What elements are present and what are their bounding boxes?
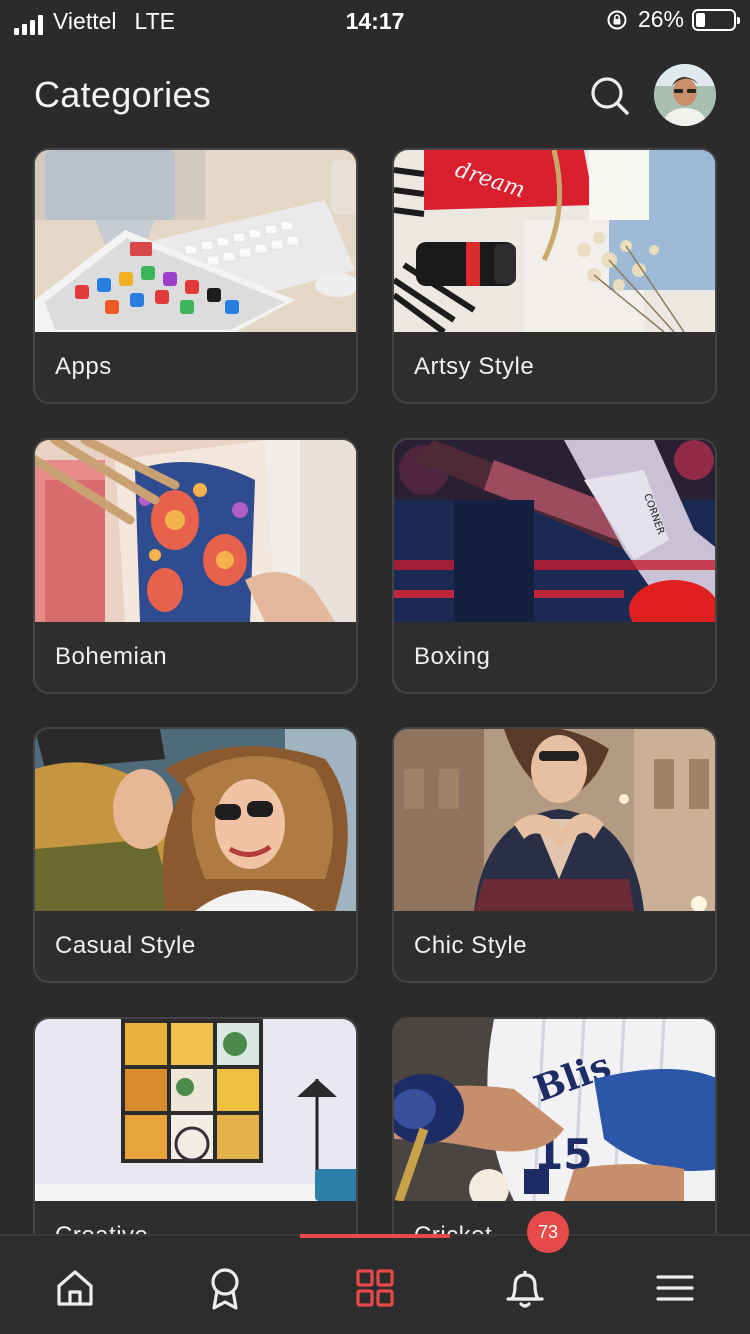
category-image-casual-style	[35, 729, 356, 911]
status-bar: Viettel LTE 14:17 26%	[0, 0, 750, 42]
category-card-creative[interactable]: Creative	[33, 1017, 358, 1234]
category-card-artsy-style[interactable]: dream Artsy Style	[392, 148, 717, 404]
category-image-creative	[35, 1019, 356, 1201]
category-image-cricket: Blis 15	[394, 1019, 715, 1201]
category-image-bohemian	[35, 440, 356, 622]
category-label: Boxing	[414, 643, 491, 670]
category-card-apps[interactable]: Apps	[33, 148, 358, 404]
page-title: Categories	[34, 74, 212, 115]
search-icon[interactable]	[588, 74, 632, 118]
battery-percent: 26%	[637, 6, 684, 32]
category-image-artsy-style: dream	[394, 150, 715, 332]
category-card-casual-style[interactable]: Casual Style	[33, 727, 358, 983]
category-label: Chic Style	[414, 932, 528, 959]
category-grid: Apps dream Artsy Style Bohemian CORNER B…	[0, 148, 750, 1234]
category-image-boxing: CORNER	[394, 440, 715, 622]
home-icon[interactable]	[53, 1266, 97, 1310]
battery-icon	[692, 8, 740, 31]
category-card-bohemian[interactable]: Bohemian	[33, 438, 358, 694]
notification-badge: 73	[527, 1211, 569, 1253]
category-card-chic-style[interactable]: Chic Style	[392, 727, 717, 983]
category-label: Apps	[55, 353, 112, 380]
avatar[interactable]	[654, 64, 716, 126]
active-tab-indicator	[300, 1234, 450, 1238]
category-image-chic-style	[394, 729, 715, 911]
bottom-tab-bar: 73	[0, 1211, 750, 1334]
category-label: Cricket	[414, 1222, 492, 1234]
category-label: Creative	[55, 1222, 148, 1234]
grid-icon[interactable]	[353, 1266, 397, 1310]
badge-icon[interactable]	[203, 1266, 247, 1310]
bell-icon[interactable]	[503, 1266, 547, 1310]
category-label: Artsy Style	[414, 353, 535, 380]
rotation-lock-icon	[607, 10, 627, 29]
category-card-cricket[interactable]: Blis 15 Cricket	[392, 1017, 717, 1234]
category-label: Bohemian	[55, 643, 168, 670]
category-label: Casual Style	[55, 932, 196, 959]
category-card-boxing[interactable]: CORNER Boxing	[392, 438, 717, 694]
header: Categories	[0, 60, 750, 130]
menu-icon[interactable]	[653, 1266, 697, 1310]
category-image-apps	[35, 150, 356, 332]
